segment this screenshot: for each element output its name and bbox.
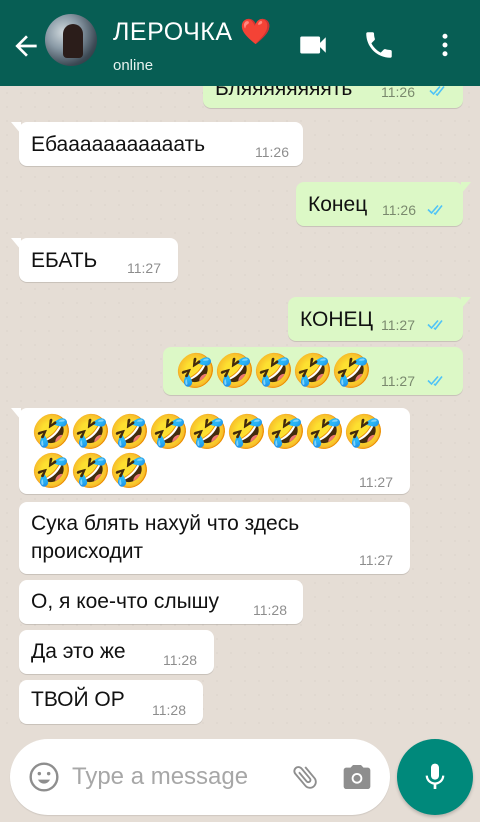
contact-name[interactable]: ЛЕРОЧКА ❤️ <box>113 18 272 47</box>
phone-icon[interactable] <box>362 28 396 62</box>
message-incoming[interactable]: Сука блять нахуй что здесь происходит 11… <box>19 502 410 574</box>
rofl-emoji: 🤣 <box>253 351 295 390</box>
message-time: 11:27 <box>381 317 415 333</box>
rofl-emoji: 🤣 <box>292 351 334 390</box>
message-incoming[interactable]: О, я кое-что слышу 11:28 <box>19 580 303 624</box>
message-text: ЕБАТЬ <box>31 249 98 272</box>
message-time: 11:27 <box>359 474 393 490</box>
message-text: О, я кое-что слышу <box>31 590 220 613</box>
mic-button[interactable] <box>397 739 473 815</box>
message-outgoing[interactable]: КОНЕЦ 11:27 <box>288 297 471 341</box>
message-text: Ебааааааааааать <box>31 133 206 156</box>
message-time: 11:28 <box>163 652 197 668</box>
attach-icon[interactable] <box>290 759 320 795</box>
rofl-emoji: 🤣 <box>331 351 373 390</box>
rofl-emoji: 🤣 <box>226 412 268 451</box>
message-text: Конец <box>308 193 368 216</box>
message-time: 11:26 <box>381 86 415 100</box>
emoji-row: 🤣 🤣 🤣 🤣 🤣 🤣 🤣 🤣 🤣 <box>31 412 385 451</box>
message-incoming[interactable]: Ебааааааааааать 11:26 <box>11 122 303 166</box>
message-time: 11:26 <box>382 202 416 218</box>
rofl-emoji: 🤣 <box>187 412 229 451</box>
read-ticks-icon <box>427 375 443 387</box>
rofl-emoji: 🤣 <box>109 412 151 451</box>
rofl-emoji: 🤣 <box>304 412 346 451</box>
contact-status: online <box>113 57 154 74</box>
message-incoming[interactable]: 🤣 🤣 🤣 🤣 🤣 🤣 🤣 🤣 🤣 🤣 🤣 🤣 11:27 <box>11 408 410 494</box>
chat-header: ЛЕРОЧКА ❤️ online <box>0 0 480 86</box>
message-incoming[interactable]: Да это же 11:28 <box>19 630 214 674</box>
mic-icon <box>425 763 445 789</box>
back-arrow-icon[interactable] <box>10 30 42 62</box>
read-ticks-icon <box>427 204 443 216</box>
rofl-emoji: 🤣 <box>70 451 112 490</box>
avatar[interactable] <box>45 14 97 66</box>
message-text: ТВОЙ ОР <box>31 688 125 711</box>
message-text-line: Сука блять нахуй что здесь <box>31 512 300 535</box>
emoji-row: 🤣 🤣 🤣 <box>31 451 151 490</box>
message-time: 11:27 <box>127 260 161 276</box>
read-ticks-icon <box>429 86 445 97</box>
rofl-emoji: 🤣 <box>109 451 151 490</box>
message-time: 11:27 <box>381 373 415 389</box>
chat-area[interactable]: Бляяяяяяяять 11:26 Ебааааааааааать 11:26… <box>0 86 480 736</box>
rofl-emoji: 🤣 <box>265 412 307 451</box>
rofl-emoji: 🤣 <box>70 412 112 451</box>
rofl-emoji: 🤣 <box>31 451 73 490</box>
message-outgoing[interactable]: 🤣 🤣 🤣 🤣 🤣 11:27 <box>163 347 463 395</box>
camera-icon[interactable] <box>340 761 374 793</box>
message-time: 11:28 <box>253 602 287 618</box>
read-ticks-icon <box>427 319 443 331</box>
rofl-emoji: 🤣 <box>343 412 385 451</box>
message-text: Да это же <box>31 640 126 663</box>
message-time: 11:27 <box>359 552 393 568</box>
message-outgoing[interactable]: Бляяяяяяяять 11:26 <box>203 86 463 108</box>
message-text-line: происходит <box>31 540 144 563</box>
emoji-icon[interactable] <box>28 761 60 793</box>
message-text: Бляяяяяяяять <box>215 86 353 100</box>
message-text: КОНЕЦ <box>300 308 374 331</box>
message-input-bar[interactable]: Type a message <box>10 739 390 815</box>
video-call-icon[interactable] <box>296 28 330 62</box>
rofl-emoji: 🤣 <box>214 351 256 390</box>
more-vert-icon[interactable] <box>430 28 460 62</box>
message-incoming[interactable]: ЕБАТЬ 11:27 <box>11 238 178 282</box>
message-time: 11:26 <box>255 144 289 160</box>
message-time: 11:28 <box>152 702 186 718</box>
message-input[interactable]: Type a message <box>72 763 248 791</box>
rofl-emoji: 🤣 <box>31 412 73 451</box>
emoji-row: 🤣 🤣 🤣 🤣 🤣 <box>175 351 373 390</box>
rofl-emoji: 🤣 <box>175 351 217 390</box>
message-outgoing[interactable]: Конец 11:26 <box>296 182 471 226</box>
rofl-emoji: 🤣 <box>148 412 190 451</box>
message-incoming[interactable]: ТВОЙ ОР 11:28 <box>19 680 203 724</box>
